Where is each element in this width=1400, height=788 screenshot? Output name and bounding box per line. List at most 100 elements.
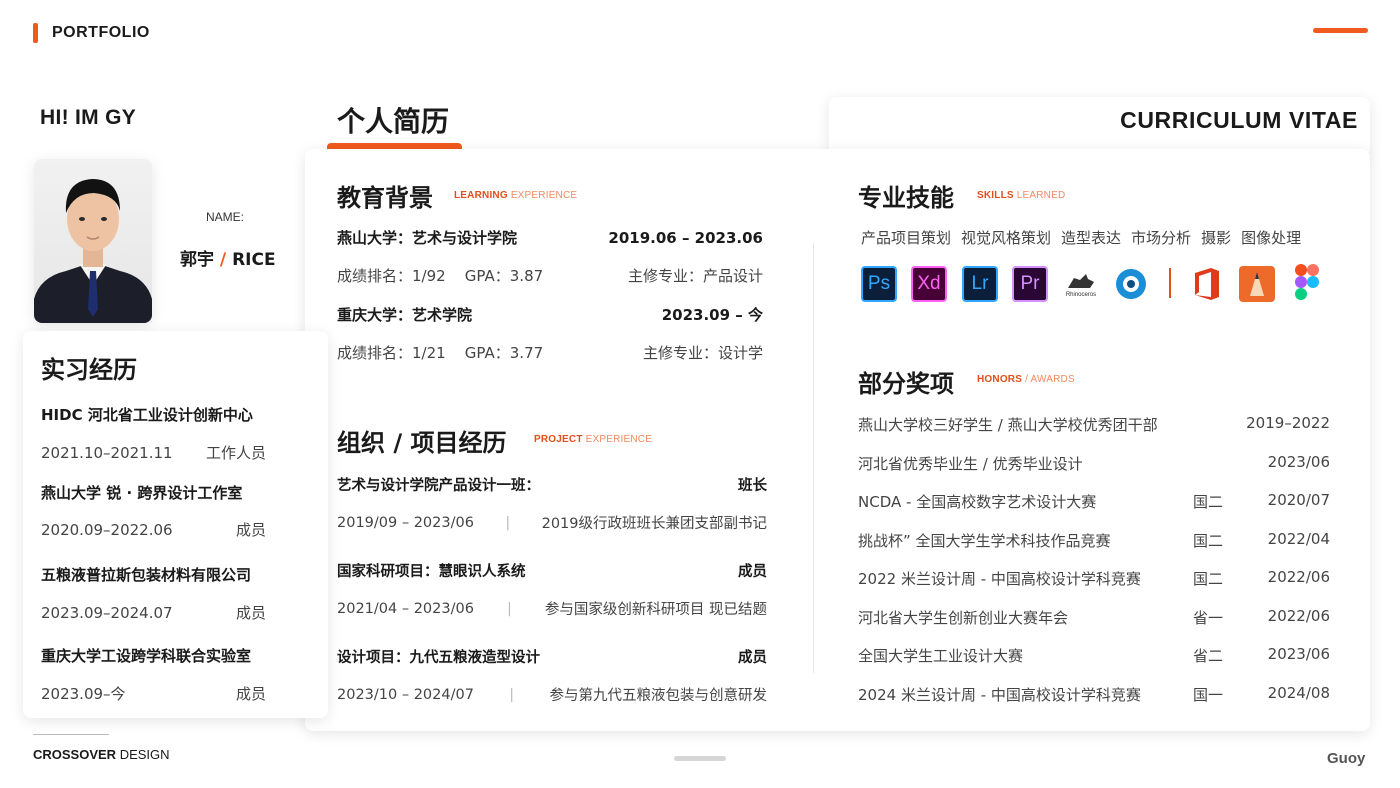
- honor-name: NCDA - 全国高校数字艺术设计大赛: [858, 493, 1097, 511]
- internship-role: 成员: [235, 521, 266, 539]
- project-name: 艺术与设计学院产品设计一班：: [337, 478, 540, 494]
- brand-title: PORTFOLIO: [52, 24, 150, 41]
- honor-date: 2019–2022: [1246, 414, 1330, 432]
- rhino-icon: Rhinoceros: [1063, 266, 1099, 302]
- footer-brand-light: DESIGN: [119, 747, 170, 762]
- project-period: 2019/09 – 2023/06: [337, 514, 474, 531]
- skills-list: 产品项目策划 视觉风格策划 造型表达 市场分析 摄影 图像处理: [861, 227, 1301, 248]
- major-label: 主修专业：: [642, 344, 718, 362]
- figma-icon: [1289, 264, 1325, 300]
- rank-value: 1/21: [412, 344, 446, 362]
- page-indicator[interactable]: [674, 756, 726, 761]
- project-item-header: 设计项目：九代五粮液造型设计 成员: [337, 646, 767, 667]
- education-period: 2019.06 – 2023.06: [608, 228, 763, 247]
- honor-name: 挑战杯” 全国大学生学术科技作品竞赛: [858, 532, 1111, 550]
- gpa-value: 3.87: [509, 267, 544, 285]
- person-portrait-icon: [34, 179, 152, 323]
- skill-item: 产品项目策划: [861, 229, 952, 247]
- education-item-header: 重庆大学：艺术学院 2023.09 – 今: [337, 304, 763, 325]
- lightroom-icon: Lr: [962, 266, 998, 302]
- education-tag-strong: LEARNING: [454, 190, 508, 201]
- divider: |: [506, 600, 512, 617]
- keyshot-icon: [1113, 266, 1149, 302]
- premiere-icon: Pr: [1012, 266, 1048, 302]
- honor-date: 2024/08: [1267, 684, 1330, 702]
- honor-name: 全国大学生工业设计大赛: [858, 647, 1024, 665]
- education-tag: LEARNING EXPERIENCE: [454, 190, 577, 201]
- internship-period: 2023.09–今: [41, 685, 126, 703]
- skill-item: 图像处理: [1241, 229, 1302, 247]
- honor-level: 国二: [1193, 532, 1224, 550]
- honor-level: 国二: [1193, 493, 1224, 511]
- office-icon: [1189, 266, 1225, 302]
- honor-row: 2022 米兰设计周 - 中国高校设计学科竞赛 国二 2022/06: [858, 568, 1330, 588]
- rank-label: 成绩排名：: [337, 344, 413, 362]
- project-desc: 2019级行政班班长兼团支部副书记: [541, 516, 767, 532]
- education-item-detail: 成绩排名：1/92 GPA：3.87 主修专业：产品设计: [337, 265, 763, 286]
- honor-date: 2022/06: [1267, 568, 1330, 586]
- internship-period: 2023.09–2024.07: [41, 603, 173, 622]
- honor-date: 2020/07: [1267, 491, 1330, 509]
- sketchbook-glyph-icon: [1250, 272, 1264, 296]
- project-period: 2023/10 – 2024/07: [337, 686, 474, 703]
- skills-tag-strong: SKILLS: [977, 190, 1014, 201]
- education-period: 2023.09 – 今: [661, 306, 763, 324]
- rank-label: 成绩排名：: [337, 267, 413, 285]
- honor-name: 燕山大学校三好学生 / 燕山大学校优秀团干部: [858, 416, 1158, 434]
- footer-rule: [33, 734, 109, 735]
- honor-name: 2022 米兰设计周 - 中国高校设计学科竞赛: [858, 570, 1141, 588]
- signature: Guoy: [1327, 750, 1366, 767]
- gpa-label: GPA：: [464, 344, 510, 362]
- honors-tag-strong: HONORS: [977, 374, 1023, 385]
- name-value: 郭宇 / RICE: [180, 245, 276, 270]
- internship-period: 2020.09–2022.06: [41, 520, 173, 539]
- internship-role: 成员: [235, 685, 266, 703]
- column-divider: [813, 243, 814, 673]
- project-item-detail: 2023/10 – 2024/07 | 参与第九代五粮液包装与创意研发: [337, 684, 767, 705]
- projects-title: 组织 / 项目经历: [337, 429, 507, 457]
- name-separator: /: [219, 250, 227, 270]
- honors-title: 部分奖项: [858, 370, 954, 398]
- honor-row: NCDA - 全国高校数字艺术设计大赛 国二 2020/07: [858, 491, 1330, 511]
- education-major: 主修专业：产品设计: [628, 265, 763, 286]
- honor-date: 2023/06: [1267, 645, 1330, 663]
- honors-tag-light: / AWARDS: [1025, 374, 1075, 385]
- xd-label: Xd: [917, 273, 941, 294]
- project-desc: 参与国家级创新科研项目 现已结题: [544, 602, 767, 618]
- gpa-value: 3.77: [509, 344, 544, 362]
- rhino-label: Rhinoceros: [1065, 292, 1097, 298]
- honor-date: 2022/04: [1267, 530, 1330, 548]
- education-item-detail: 成绩排名：1/21 GPA：3.77 主修专业：设计学: [337, 342, 763, 363]
- honor-row: 河北省优秀毕业生 / 优秀毕业设计 2023/06: [858, 453, 1330, 473]
- name-cn: 郭宇: [180, 250, 214, 270]
- education-major: 主修专业：设计学: [643, 342, 763, 363]
- project-name: 设计项目：九代五粮液造型设计: [337, 650, 540, 666]
- project-item-header: 国家科研项目：慧眼识人系统 成员: [337, 560, 767, 581]
- honor-date: 2022/06: [1267, 607, 1330, 625]
- footer-brand-bold: CROSSOVER: [33, 747, 117, 762]
- internship-org: 燕山大学 锐 · 跨界设计工作室: [41, 484, 243, 502]
- skills-title: 专业技能: [858, 184, 954, 212]
- rhino-glyph-icon: [1068, 274, 1094, 288]
- project-desc: 参与第九代五粮液包装与创意研发: [549, 688, 768, 704]
- office-glyph-icon: [1195, 268, 1219, 300]
- school-name: 重庆大学：艺术学院: [337, 306, 473, 324]
- major-value: 设计学: [717, 344, 763, 362]
- education-scores: 成绩排名：1/21 GPA：3.77: [337, 342, 543, 363]
- honor-level: 国一: [1193, 686, 1224, 704]
- project-role: 班长: [738, 478, 767, 494]
- projects-tag: PROJECT EXPERIENCE: [534, 434, 652, 445]
- skill-item: 摄影: [1201, 229, 1232, 247]
- internship-meta: 2023.09–2024.07 成员: [41, 602, 266, 623]
- skill-item: 视觉风格策划: [961, 229, 1052, 247]
- education-tag-light: EXPERIENCE: [510, 190, 578, 201]
- name-label: NAME:: [206, 210, 245, 224]
- honor-name: 河北省大学生创新创业大赛年会: [858, 609, 1069, 627]
- sketchbook-icon: [1239, 266, 1275, 302]
- skill-item: 造型表达: [1061, 229, 1122, 247]
- resume-title: 个人简历: [337, 105, 450, 138]
- major-label: 主修专业：: [627, 267, 703, 285]
- icon-separator: [1169, 268, 1171, 298]
- divider: |: [509, 686, 515, 703]
- projects-tag-strong: PROJECT: [534, 434, 583, 445]
